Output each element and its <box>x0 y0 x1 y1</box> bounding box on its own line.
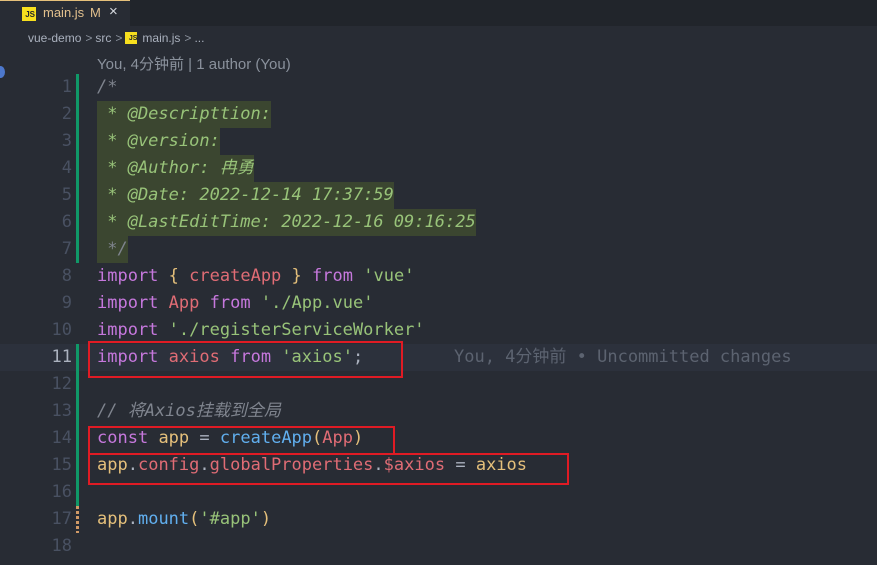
line-number: 15 <box>51 455 72 475</box>
breadcrumb-item-src[interactable]: src <box>95 31 111 45</box>
code-line: 18 <box>0 533 877 560</box>
code-text: import axios from 'axios'; <box>97 347 364 367</box>
breadcrumb-item-symbols[interactable]: ... <box>194 31 204 45</box>
code-text: import './registerServiceWorker' <box>97 320 425 340</box>
breadcrumb-item-vue-demo[interactable]: vue-demo <box>28 31 81 45</box>
git-added-indicator[interactable] <box>76 74 79 101</box>
code-line: 10 import './registerServiceWorker' <box>0 317 877 344</box>
code-text: * @Descripttion: <box>97 101 271 128</box>
code-line: 12 <box>0 371 877 398</box>
code-text: app.mount('#app') <box>97 509 272 529</box>
code-line: 2 * @Descripttion: <box>0 101 877 128</box>
git-added-indicator[interactable] <box>76 425 79 452</box>
git-added-indicator[interactable] <box>76 155 79 182</box>
code-line: 1 /* <box>0 74 877 101</box>
line-number: 2 <box>61 104 72 124</box>
line-number: 18 <box>51 536 72 556</box>
git-added-indicator[interactable] <box>76 479 79 506</box>
breadcrumb: vue-demo > src > JS main.js >... <box>28 30 204 48</box>
line-number: 14 <box>51 428 72 448</box>
js-file-icon: JS <box>125 31 138 44</box>
git-added-indicator[interactable] <box>76 182 79 209</box>
line-number: 4 <box>61 158 72 178</box>
js-file-icon: JS <box>22 7 36 21</box>
code-text: import { createApp } from 'vue' <box>97 266 415 286</box>
git-added-indicator[interactable] <box>76 128 79 155</box>
chevron-right-icon: > <box>184 30 192 45</box>
line-number: 1 <box>61 77 72 97</box>
editor-code-area[interactable]: 1 /* 2 * @Descripttion: 3 * @version: 4 *… <box>0 74 877 560</box>
code-line: 4 * @Author: 冉勇 <box>0 155 877 182</box>
code-line: 5 * @Date: 2022-12-14 17:37:59 <box>0 182 877 209</box>
git-added-indicator[interactable] <box>76 452 79 479</box>
line-number: 17 <box>51 509 72 529</box>
code-text: * @Author: 冉勇 <box>97 155 254 182</box>
code-line: 13 // 将Axios挂载到全局 <box>0 398 877 425</box>
code-line: 7 */ <box>0 236 877 263</box>
breadcrumb-item-main-js[interactable]: main.js <box>142 31 180 45</box>
code-text: * @Date: 2022-12-14 17:37:59 <box>97 182 394 209</box>
line-number: 11 <box>51 347 72 367</box>
code-line: 16 <box>0 479 877 506</box>
line-number: 5 <box>61 185 72 205</box>
git-added-indicator[interactable] <box>76 398 79 425</box>
code-text: import App from './App.vue' <box>97 293 374 313</box>
line-number: 16 <box>51 482 72 502</box>
git-added-indicator[interactable] <box>76 101 79 128</box>
tab-bar: JS main.js M × <box>0 0 877 26</box>
code-line: 17 app.mount('#app') <box>0 506 877 533</box>
code-line: 15 app.config.globalProperties.$axios = a… <box>0 452 877 479</box>
line-number: 7 <box>61 239 72 259</box>
code-text: */ <box>97 236 128 263</box>
close-icon[interactable]: × <box>109 3 118 20</box>
tab-main-js[interactable]: JS main.js M × <box>0 0 130 26</box>
code-text: // 将Axios挂载到全局 <box>97 401 281 421</box>
git-added-indicator[interactable] <box>76 236 79 263</box>
git-modified-indicator[interactable] <box>76 506 79 533</box>
line-number: 8 <box>61 266 72 286</box>
code-line-current: 11 import axios from 'axios'; You, 4分钟前 • … <box>0 344 877 371</box>
code-text: * @version: <box>97 128 220 155</box>
code-line: 14 const app = createApp(App) <box>0 425 877 452</box>
code-line: 6 * @LastEditTime: 2022-12-16 09:16:25 <box>0 209 877 236</box>
modified-badge: M <box>90 5 101 20</box>
chevron-right-icon: > <box>85 30 93 45</box>
code-text: /* <box>97 77 118 97</box>
line-number: 10 <box>51 320 72 340</box>
git-added-indicator[interactable] <box>76 209 79 236</box>
codelens-blame[interactable]: You, 4分钟前 | 1 author (You) <box>97 53 291 74</box>
line-number: 3 <box>61 131 72 151</box>
line-number: 9 <box>61 293 72 313</box>
code-text: app.config.globalProperties.$axios = axi… <box>97 455 528 475</box>
git-added-indicator[interactable] <box>76 344 79 371</box>
inline-blame: You, 4分钟前 • Uncommitted changes <box>454 347 792 367</box>
line-number: 12 <box>51 374 72 394</box>
chevron-right-icon: > <box>115 30 123 45</box>
code-text: * @LastEditTime: 2022-12-16 09:16:25 <box>97 209 476 236</box>
line-number: 13 <box>51 401 72 421</box>
git-added-indicator[interactable] <box>76 371 79 398</box>
code-line: 8 import { createApp } from 'vue' <box>0 263 877 290</box>
line-number: 6 <box>61 212 72 232</box>
code-line: 3 * @version: <box>0 128 877 155</box>
code-line: 9 import App from './App.vue' <box>0 290 877 317</box>
code-text: const app = createApp(App) <box>97 428 364 448</box>
tab-filename: main.js <box>43 5 85 20</box>
